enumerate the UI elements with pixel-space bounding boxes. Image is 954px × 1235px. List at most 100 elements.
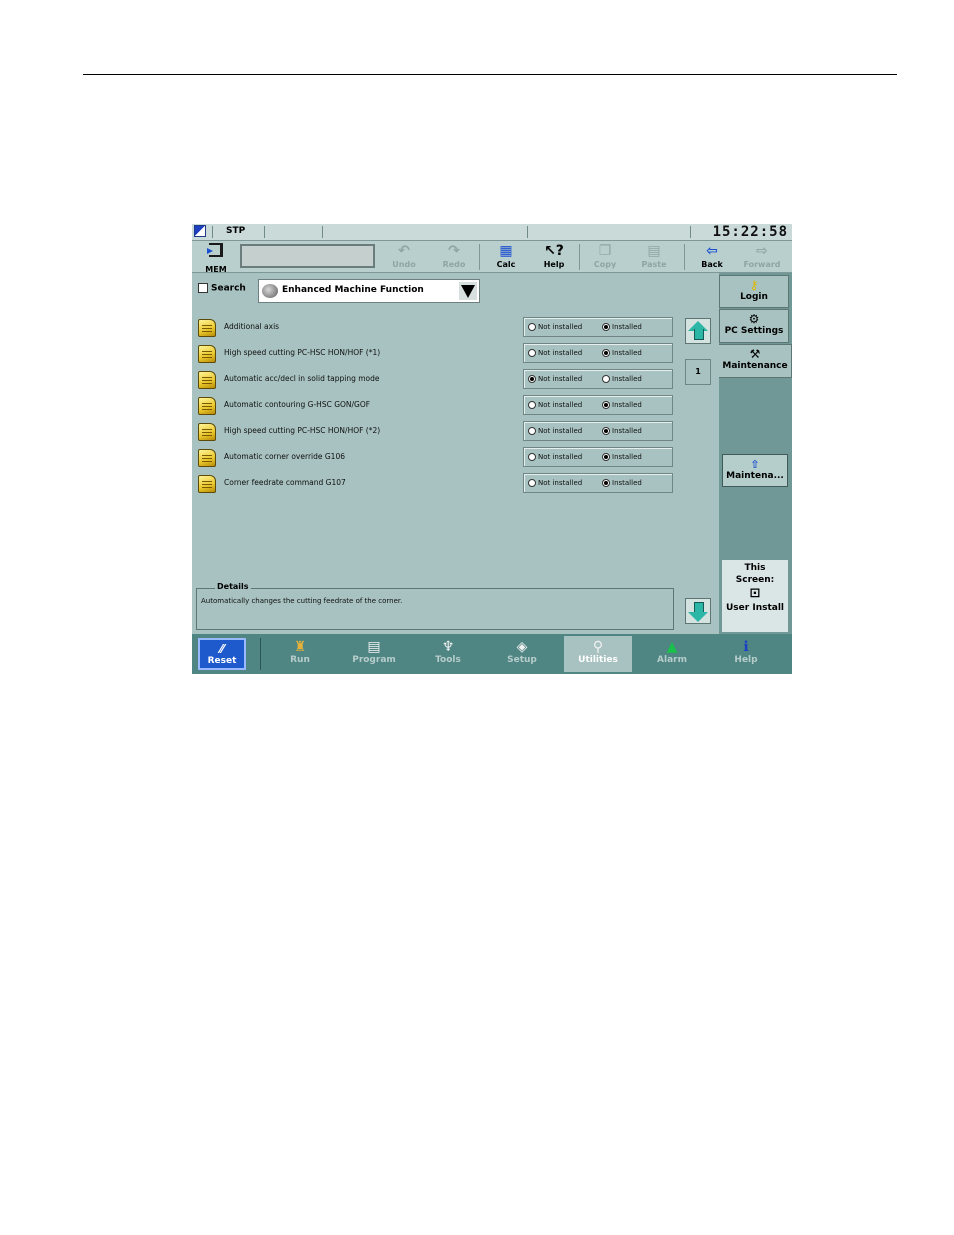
nav-help-label: Help: [734, 655, 758, 665]
option-label: Installed: [612, 427, 642, 435]
installed-radio[interactable]: Installed: [602, 401, 642, 409]
list-item: Automatic contouring G-HSC GON/GOF Not i…: [198, 395, 674, 421]
nav-divider: [260, 638, 261, 670]
back-icon: ⇦: [706, 243, 718, 259]
installed-radio[interactable]: Installed: [602, 479, 642, 487]
this-screen-panel[interactable]: This Screen: ⊡ User Install: [722, 560, 788, 632]
option-label: Not installed: [538, 323, 583, 331]
option-label: Not installed: [538, 349, 583, 357]
undo-icon: ↶: [398, 243, 410, 259]
toolbar-divider: [479, 244, 480, 270]
note-icon: [198, 475, 216, 493]
program-icon: ▤: [367, 639, 381, 655]
nav-help[interactable]: ℹ Help: [712, 636, 780, 672]
not-installed-radio[interactable]: Not installed: [528, 401, 582, 409]
paste-icon: ▤: [647, 243, 661, 259]
redo-label: Redo: [442, 260, 466, 269]
not-installed-radio[interactable]: Not installed: [528, 375, 582, 383]
redo-icon: ↷: [448, 243, 460, 259]
nav-utilities[interactable]: ⚲ Utilities: [564, 636, 632, 672]
radio-icon: [528, 427, 536, 435]
radio-icon: [528, 453, 536, 461]
scroll-down-button[interactable]: [685, 598, 711, 624]
chevron-down-icon[interactable]: [459, 282, 477, 300]
bottom-nav: ⁄⁄ Reset ♜ Run ▤ Program ♆ Tools ◈ Setup ⚲ Uti…: [192, 634, 792, 674]
copy-button[interactable]: ❐ Copy: [583, 242, 627, 272]
copy-icon: ❐: [598, 243, 612, 259]
not-installed-radio[interactable]: Not installed: [528, 479, 582, 487]
nav-setup-label: Setup: [507, 655, 537, 665]
nav-run-label: Run: [290, 655, 310, 665]
reset-button[interactable]: ⁄⁄ Reset: [198, 638, 246, 670]
installed-radio[interactable]: Installed: [602, 453, 642, 461]
status-divider: [212, 226, 213, 238]
radio-icon: [602, 349, 610, 357]
forward-icon: ⇨: [756, 243, 768, 259]
forward-button[interactable]: ⇨ Forward: [740, 242, 784, 272]
list-item: Additional axis Not installed Installed: [198, 317, 674, 343]
tab-login[interactable]: ⚷ Login: [719, 275, 789, 308]
status-divider: [322, 226, 323, 238]
up-arrow-shaft: [694, 329, 704, 340]
item-name: Corner feedrate command G107: [224, 478, 346, 487]
undo-button[interactable]: ↶ Undo: [382, 242, 426, 272]
option-label: Installed: [612, 401, 642, 409]
mem-button[interactable]: MEM: [196, 243, 236, 274]
nav-tools-label: Tools: [435, 655, 461, 665]
back-button[interactable]: ⇦ Back: [690, 242, 734, 272]
installed-radio[interactable]: Installed: [602, 349, 642, 357]
status-divider: [690, 226, 691, 238]
reset-label: Reset: [207, 656, 237, 666]
tab-maintenance-label: Maintenance: [722, 361, 788, 371]
radio-icon: [528, 375, 536, 383]
nav-program[interactable]: ▤ Program: [340, 636, 408, 672]
mazatrol-screen: STP 15:22:58 MEM ↶ Undo ↷ Redo ▦ Calc ↖? Hel…: [192, 224, 792, 674]
install-options: Not installed Installed: [523, 395, 673, 415]
toolbar-divider: [579, 244, 580, 270]
details-box: Details Automatically changes the cuttin…: [196, 582, 674, 630]
maintena-label: Maintena...: [726, 471, 784, 481]
not-installed-radio[interactable]: Not installed: [528, 453, 582, 461]
mem-icon: [207, 243, 223, 257]
status-mode: STP: [226, 226, 246, 236]
nav-alarm[interactable]: ▲ Alarm: [638, 636, 706, 672]
calc-icon: ▦: [499, 243, 513, 259]
function-dropdown[interactable]: Enhanced Machine Function: [258, 279, 480, 303]
down-arrow-icon: [688, 612, 708, 622]
note-icon: [198, 371, 216, 389]
paste-label: Paste: [641, 260, 667, 269]
pc-settings-icon: ⚙: [748, 312, 760, 326]
radio-icon: [602, 375, 610, 383]
info-icon: ℹ: [743, 639, 749, 655]
tab-maintenance[interactable]: ⚒ Maintenance: [719, 344, 792, 378]
not-installed-radio[interactable]: Not installed: [528, 323, 582, 331]
install-options: Not installed Installed: [523, 421, 673, 441]
maintena-button[interactable]: ⇧ Maintena...: [722, 454, 788, 487]
nav-tools[interactable]: ♆ Tools: [414, 636, 482, 672]
option-label: Installed: [612, 323, 642, 331]
installed-radio[interactable]: Installed: [602, 323, 642, 331]
forward-label: Forward: [743, 260, 781, 269]
install-options: Not installed Installed: [523, 369, 673, 389]
paste-button[interactable]: ▤ Paste: [632, 242, 676, 272]
installed-radio[interactable]: Installed: [602, 427, 642, 435]
help-button[interactable]: ↖? Help: [532, 242, 576, 272]
machine-function-icon: [262, 284, 278, 298]
tab-pc-settings[interactable]: ⚙ PC Settings: [719, 309, 789, 343]
calc-button[interactable]: ▦ Calc: [484, 242, 528, 272]
installed-radio[interactable]: Installed: [602, 375, 642, 383]
search-checkbox[interactable]: Search: [198, 283, 246, 294]
not-installed-radio[interactable]: Not installed: [528, 427, 582, 435]
status-divider: [527, 226, 528, 238]
option-label: Not installed: [538, 479, 583, 487]
note-icon: [198, 397, 216, 415]
nav-run[interactable]: ♜ Run: [266, 636, 334, 672]
not-installed-radio[interactable]: Not installed: [528, 349, 582, 357]
scroll-up-button[interactable]: [685, 318, 711, 344]
radio-icon: [602, 401, 610, 409]
message-display: [240, 244, 375, 268]
undo-label: Undo: [392, 260, 416, 269]
option-label: Not installed: [538, 401, 583, 409]
nav-setup[interactable]: ◈ Setup: [488, 636, 556, 672]
redo-button[interactable]: ↷ Redo: [432, 242, 476, 272]
